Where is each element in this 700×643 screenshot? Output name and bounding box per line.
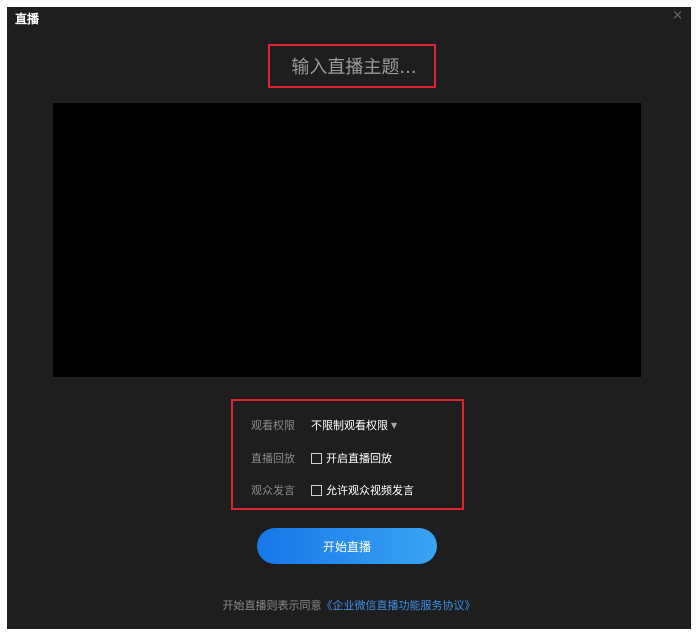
comments-option-label: 允许观众视频发言: [326, 484, 414, 497]
dialog-title: 直播: [15, 12, 40, 26]
permission-row: 观看权限 不限制观看权限 ▼: [251, 416, 397, 434]
settings-panel: 观看权限 不限制观看权限 ▼ 直播回放 开启直播回放 观众发言 允许观众视频发言: [231, 399, 464, 510]
agreement-link[interactable]: 《企业微信直播功能服务协议》: [322, 599, 476, 612]
permission-value: 不限制观看权限: [311, 419, 388, 432]
agreement-prefix: 开始直播则表示同意: [222, 599, 322, 612]
live-stream-dialog: 直播 × 观看权限 不限制观看权限 ▼ 直播回放 开启直播回放 观众发言 允许观…: [7, 7, 691, 629]
replay-toggle[interactable]: 开启直播回放: [311, 450, 392, 466]
agreement-notice: 开始直播则表示同意《企业微信直播功能服务协议》: [7, 597, 691, 613]
permission-dropdown[interactable]: 不限制观看权限 ▼: [311, 417, 397, 433]
video-preview: [53, 103, 641, 377]
start-live-button[interactable]: 开始直播: [257, 528, 437, 564]
topic-input-highlight: [268, 44, 438, 88]
replay-option-label: 开启直播回放: [326, 452, 392, 465]
comments-checkbox[interactable]: [311, 484, 322, 496]
comments-row: 观众发言 允许观众视频发言: [251, 481, 414, 499]
replay-row: 直播回放 开启直播回放: [251, 449, 392, 467]
caret-down-icon: ▼: [391, 420, 398, 430]
comments-label: 观众发言: [251, 484, 295, 497]
close-icon[interactable]: ×: [672, 8, 683, 24]
replay-label: 直播回放: [251, 452, 295, 465]
replay-checkbox[interactable]: [311, 452, 322, 464]
permission-label: 观看权限: [251, 419, 295, 432]
title-bar: 直播 ×: [7, 7, 691, 29]
topic-input[interactable]: [270, 46, 438, 88]
comments-toggle[interactable]: 允许观众视频发言: [311, 482, 414, 498]
